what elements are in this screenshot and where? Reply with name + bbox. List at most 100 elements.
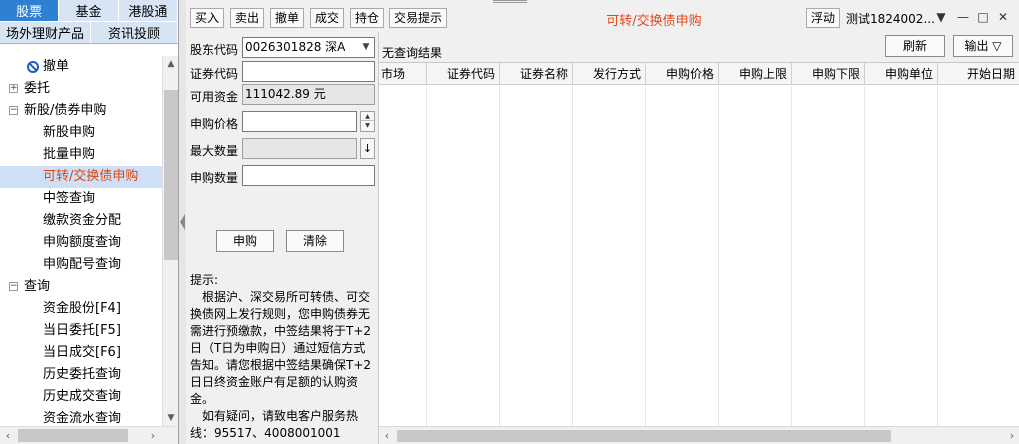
collapse-icon[interactable]: −	[9, 106, 18, 115]
scroll-right-arrow-icon[interactable]: ›	[1004, 427, 1019, 444]
sell-button[interactable]: 卖出	[230, 8, 265, 28]
tab-advisory[interactable]: 资讯投顾	[91, 22, 178, 43]
column-header[interactable]: 证券名称	[500, 63, 573, 85]
tree-item[interactable]: 可转/交换债申购	[0, 166, 162, 188]
tree-item-label: 资金流水查询	[43, 411, 122, 426]
scroll-down-arrow-icon[interactable]: ▼	[163, 410, 179, 426]
price-label: 申购价格	[190, 117, 239, 131]
tree-item[interactable]: 当日委托[F5]	[0, 320, 162, 342]
scroll-up-arrow-icon[interactable]: ▲	[163, 56, 179, 72]
table-column	[938, 86, 1019, 426]
scroll-right-arrow-icon[interactable]: ›	[145, 427, 161, 444]
user-account-label[interactable]: 测试1824002...	[846, 10, 935, 27]
column-header[interactable]: 市场	[379, 63, 427, 85]
buy-button[interactable]: 买入	[190, 8, 225, 28]
tree-item[interactable]: 中签查询	[0, 188, 162, 210]
column-header[interactable]: 申购下限	[792, 63, 865, 85]
tree-item[interactable]: 申购配号查询	[0, 254, 162, 276]
security-code-input[interactable]	[242, 61, 375, 82]
tree-horizontal-scrollbar[interactable]: ‹ ›	[0, 426, 178, 444]
submit-button[interactable]: 申购	[216, 230, 274, 252]
tips-title: 提示:	[190, 273, 219, 287]
minimize-icon[interactable]: —	[956, 9, 970, 25]
trades-button[interactable]: 成交	[310, 8, 345, 28]
tab-fund[interactable]: 基金	[59, 0, 119, 22]
quantity-input[interactable]	[242, 165, 375, 186]
tree-item[interactable]: 资金流水查询	[0, 408, 162, 426]
scroll-left-arrow-icon[interactable]: ‹	[379, 427, 395, 444]
tab-hk-connect[interactable]: 港股通	[118, 0, 178, 22]
trade-tips-button[interactable]: 交易提示	[389, 8, 448, 28]
float-button[interactable]: 浮动	[806, 8, 841, 28]
table-column	[792, 86, 865, 426]
table-header: 市场 证券代码 证券名称 发行方式 申购价格 申购上限 申购下限 申购单位 开始日期	[379, 63, 1019, 85]
price-stepper[interactable]: ▲ ▼	[360, 111, 375, 132]
subscription-form: 股东代码 0026301828 深A ▼ 证券代码 可用资金 111042.89…	[186, 32, 378, 444]
scroll-thumb[interactable]	[18, 429, 128, 442]
toolbar: 买入 卖出 撤单 成交 持仓 交易提示 可转/交换债申购 浮动 测试182400…	[186, 4, 1019, 30]
chevron-down-icon[interactable]: ▼	[359, 40, 373, 55]
table-column	[573, 86, 646, 426]
tree-item[interactable]: − 查询	[0, 276, 162, 298]
expand-icon[interactable]: +	[9, 84, 18, 93]
positions-button[interactable]: 持仓	[350, 8, 385, 28]
tree-item[interactable]: 资金股份[F4]	[0, 298, 162, 320]
tab-otc-wealth[interactable]: 场外理财产品	[0, 22, 91, 43]
tree-item[interactable]: 历史委托查询	[0, 364, 162, 386]
stepper-up-icon[interactable]: ▲	[361, 112, 374, 121]
shareholder-select[interactable]: 0026301828 深A ▼	[242, 37, 375, 58]
code-label: 证券代码	[190, 67, 239, 81]
tree-item-label: 委托	[24, 81, 51, 96]
cancel-order-button[interactable]: 撤单	[270, 8, 305, 28]
column-header[interactable]: 开始日期	[938, 63, 1019, 85]
table-column	[719, 86, 792, 426]
panel-splitter[interactable]	[179, 0, 186, 444]
table-column	[865, 86, 938, 426]
tips-paragraph-2: 如有疑问，请致电客户服务热线：95517、4008001001	[190, 409, 359, 440]
tree-item[interactable]: + 委托	[0, 78, 162, 100]
tree-item[interactable]: 撤单	[0, 56, 162, 78]
tree-item[interactable]: 批量申购	[0, 144, 162, 166]
tips-panel: 提示: 根据沪、深交易所可转债、可交换债网上发行规则，您申购债券无需进行预缴款，…	[190, 272, 376, 442]
scroll-thumb[interactable]	[164, 90, 178, 260]
tree-item-label: 中签查询	[43, 191, 96, 206]
tree-item[interactable]: 申购额度查询	[0, 232, 162, 254]
stepper-down-icon[interactable]: ▼	[361, 121, 374, 130]
collapse-icon[interactable]: −	[9, 282, 18, 291]
maximize-icon[interactable]: □	[976, 9, 990, 25]
scroll-left-arrow-icon[interactable]: ‹	[0, 427, 16, 444]
close-icon[interactable]: ✕	[996, 9, 1010, 25]
tree-vertical-scrollbar[interactable]: ▲ ▼	[162, 56, 178, 426]
cancel-icon	[27, 61, 39, 73]
funds-label: 可用资金	[190, 90, 239, 104]
table-horizontal-scrollbar[interactable]: ‹ ›	[379, 426, 1019, 444]
tree-item[interactable]: − 新股/债券申购	[0, 100, 162, 122]
clear-button[interactable]: 清除	[286, 230, 344, 252]
tree-item[interactable]: 新股申购	[0, 122, 162, 144]
column-header[interactable]: 发行方式	[573, 63, 646, 85]
column-header[interactable]: 申购单位	[865, 63, 938, 85]
tips-paragraph-1: 根据沪、深交易所可转债、可交换债网上发行规则，您申购债券无需进行预缴款，中签结果…	[190, 290, 372, 406]
column-header[interactable]: 证券代码	[427, 63, 500, 85]
tree-item-label: 当日成交[F6]	[43, 345, 121, 360]
tree-item[interactable]: 当日成交[F6]	[0, 342, 162, 364]
tree-item[interactable]: 历史成交查询	[0, 386, 162, 408]
collapse-arrow-icon[interactable]	[180, 214, 185, 230]
fill-max-arrow-icon[interactable]: ↓	[360, 138, 375, 159]
column-header[interactable]: 申购价格	[646, 63, 719, 85]
drag-handle[interactable]	[493, 0, 527, 3]
scroll-thumb[interactable]	[397, 430, 891, 442]
price-input[interactable]	[242, 111, 357, 132]
column-header[interactable]: 申购上限	[719, 63, 792, 85]
dropdown-arrow-icon[interactable]: ▼	[934, 9, 948, 25]
export-button[interactable]: 输出 ▽	[953, 35, 1013, 57]
query-status: 无查询结果	[382, 46, 443, 60]
tree-item-label: 撤单	[43, 59, 70, 74]
table-column	[646, 86, 719, 426]
tab-stock[interactable]: 股票	[0, 0, 60, 22]
tree-item-label: 历史委托查询	[43, 367, 122, 382]
refresh-button[interactable]: 刷新	[885, 35, 945, 57]
table-column	[427, 86, 500, 426]
tree-item[interactable]: 缴款资金分配	[0, 210, 162, 232]
tree-item-label: 当日委托[F5]	[43, 323, 121, 338]
